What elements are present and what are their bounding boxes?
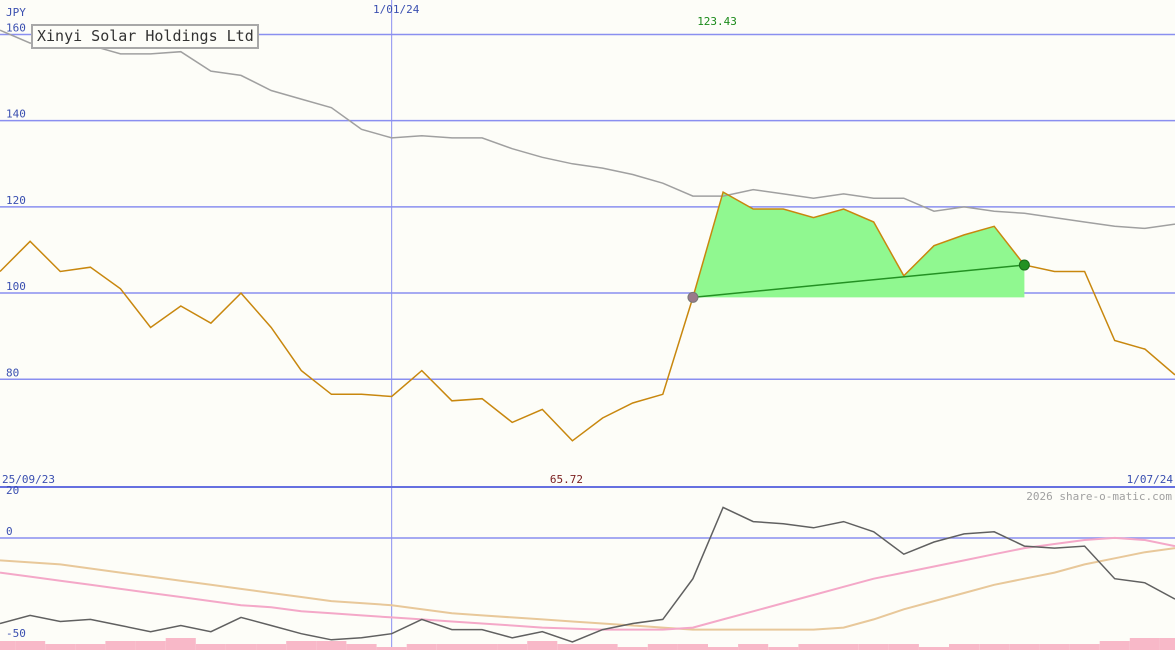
indicator-tick-20: 20 <box>6 484 19 497</box>
volume-bar <box>1129 638 1160 650</box>
volume-bar <box>0 641 15 650</box>
volume-bar <box>256 644 287 650</box>
volume-bar <box>1099 641 1130 650</box>
price-tick-80: 80 <box>6 366 19 379</box>
low-value-label: 65.72 <box>550 473 583 486</box>
price-tick-100: 100 <box>6 280 26 293</box>
volume-bar <box>557 644 588 650</box>
stock-chart: 80 100 120 140 160 20 0 -50 JPY 1/01/24 25/09/… <box>0 0 1175 650</box>
price-tick-labels: 80 100 120 140 160 <box>6 21 26 379</box>
date-marker-label: 1/01/24 <box>373 3 420 16</box>
volume-bar <box>828 644 859 650</box>
volume-bar <box>979 644 1010 650</box>
volume-bar <box>75 644 106 650</box>
volume-bar <box>105 641 136 650</box>
volume-bar <box>15 641 46 650</box>
volume-bar <box>497 644 528 650</box>
price-gridlines <box>0 33 1175 381</box>
volume-bar <box>316 641 347 650</box>
credit-text: 2026 share-o-matic.com <box>1026 490 1172 503</box>
x-end-label: 1/07/24 <box>1127 473 1174 486</box>
volume-bar <box>195 644 226 650</box>
volume-bar <box>45 644 76 650</box>
volume-bar <box>888 644 919 650</box>
price-tick-120: 120 <box>6 194 26 207</box>
indicator-signal-tan-line <box>0 547 1175 631</box>
chart-title: Xinyi Solar Holdings Ltd <box>37 27 254 45</box>
volume-bar <box>286 641 317 650</box>
price-tick-140: 140 <box>6 108 26 121</box>
volume-bar <box>527 641 558 650</box>
volume-bar <box>587 644 618 650</box>
volume-bar <box>738 644 769 650</box>
volume-bar <box>226 644 257 650</box>
volume-bar <box>467 644 498 650</box>
volume-bar <box>346 644 377 650</box>
volume-bar <box>677 644 708 650</box>
volume-bar <box>165 638 196 650</box>
x-start-label: 25/09/23 <box>2 473 55 486</box>
volume-bar <box>1039 644 1070 650</box>
volume-bars <box>0 638 1175 650</box>
indicator-tick--50: -50 <box>6 627 26 640</box>
moving-average-line <box>0 29 1175 230</box>
trade-entry-point <box>687 291 699 303</box>
volume-bar <box>647 644 678 650</box>
price-line <box>0 190 1175 442</box>
indicator-tick-0: 0 <box>6 525 13 538</box>
volume-bar <box>135 641 166 650</box>
currency-label: JPY <box>6 6 26 19</box>
trade-exit-point <box>1018 259 1030 271</box>
high-value-label: 123.43 <box>697 15 737 28</box>
volume-bar <box>1069 644 1100 650</box>
price-tick-160: 160 <box>6 21 26 34</box>
volume-bar <box>1009 644 1040 650</box>
volume-bar <box>1159 638 1175 650</box>
volume-bar <box>949 644 980 650</box>
volume-bar <box>406 644 437 650</box>
volume-bar <box>858 644 889 650</box>
volume-bar <box>798 644 829 650</box>
volume-bar <box>436 644 467 650</box>
